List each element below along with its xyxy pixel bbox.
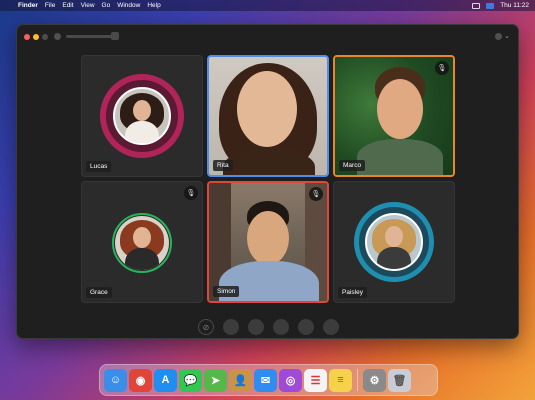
menu-finder[interactable]: Finder [18,2,38,9]
control-center-icon[interactable] [486,2,495,9]
mic-muted-icon: 🎙 [309,187,323,201]
participant-tile-marco[interactable]: 🎙 Marco [333,55,455,177]
zoom-window-button[interactable] [42,34,48,40]
participant-name-tag: Lucas [86,161,112,172]
dock-separator [357,369,358,391]
participant-tile-simon[interactable]: 🎙 Simon [207,181,329,303]
control-button-5[interactable] [298,319,314,335]
speaking-ring [354,202,434,282]
close-window-button[interactable] [24,34,30,40]
control-button-2[interactable] [223,319,239,335]
chrome-icon[interactable]: ◉ [129,368,152,392]
menubar-clock[interactable]: Thu 11:22 [500,2,529,9]
participant-name-tag: Rita [213,160,233,171]
toolbar-title-placeholder [66,35,112,38]
toolbar-right-dot-icon[interactable] [495,33,502,40]
screen-mirror-icon[interactable] [472,2,481,9]
video-feed [209,183,327,301]
system-preferences-icon[interactable]: ⚙ [363,368,386,392]
video-feed [335,57,453,175]
reminders-icon[interactable]: ☰ [304,368,327,392]
notes-icon[interactable]: ≡ [329,368,352,392]
mic-muted-icon: 🎙 [184,186,198,200]
participant-tile-rita[interactable]: Rita [207,55,329,177]
participant-tile-paisley[interactable]: Paisley [333,181,455,303]
participant-name-tag: Simon [213,286,240,297]
control-button-6[interactable] [323,319,339,335]
podcasts-icon[interactable]: ◎ [279,368,302,392]
toolbar-dot-icon[interactable] [54,33,61,40]
avatar-paisley [365,213,423,271]
control-button-4[interactable] [273,319,289,335]
no-video-button[interactable]: ⊘ [198,319,214,335]
menu-edit[interactable]: Edit [62,2,73,9]
menubar-status-area: Thu 11:22 [472,0,529,11]
speaking-ring [100,74,184,158]
minimize-window-button[interactable] [33,34,39,40]
avatar-grace [115,216,169,270]
maps-icon[interactable]: ➤ [204,368,227,392]
avatar-lucas [113,87,171,145]
mail-icon[interactable]: ✉ [254,368,277,392]
mic-muted-icon: 🎙 [435,61,449,75]
app-store-icon[interactable]: A [154,368,177,392]
finder-icon[interactable]: ☺ [104,368,127,392]
chevron-down-icon[interactable]: ⌄ [504,33,511,40]
trash-icon[interactable]: 🗑 [388,368,411,392]
menu-go[interactable]: Go [102,2,111,9]
participant-tile-grace[interactable]: 🎙 Grace [81,181,203,303]
menu-bar: Finder File Edit View Go Window Help Thu… [0,0,535,11]
dock: ☺ ◉ A 💬 ➤ 👤 ✉ ◎ ☰ ≡ ⚙ 🗑 [99,364,438,396]
menu-view[interactable]: View [81,2,95,9]
call-controls: ⊘ [198,319,339,335]
messages-icon[interactable]: 💬 [179,368,202,392]
toolbar-square-icon[interactable] [111,32,119,40]
avatar-ring [112,213,172,273]
menu-file[interactable]: File [45,2,55,9]
participant-name-tag: Grace [86,287,112,298]
menu-window[interactable]: Window [117,2,140,9]
video-feed [209,57,327,175]
participant-name-tag: Marco [339,160,366,171]
participant-tile-lucas[interactable]: Lucas [81,55,203,177]
contacts-icon[interactable]: 👤 [229,368,252,392]
control-button-3[interactable] [248,319,264,335]
menu-help[interactable]: Help [147,2,160,9]
video-call-window: ⌄ Lucas Rita 🎙 Marco 🎙 Grace 🎙 Simon Pai… [16,24,519,339]
participant-name-tag: Paisley [338,287,367,298]
